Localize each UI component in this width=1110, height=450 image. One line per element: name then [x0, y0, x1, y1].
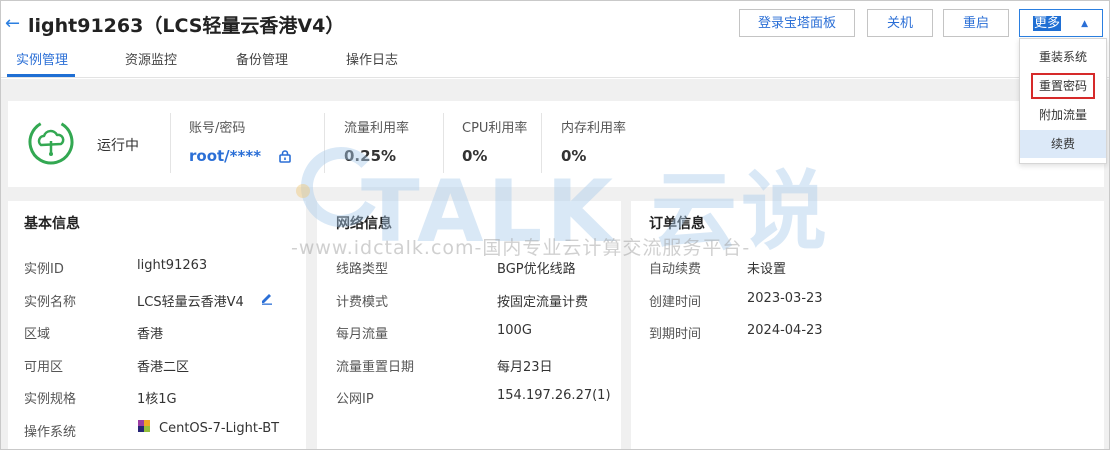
tab-instance-management[interactable]: 实例管理: [16, 49, 68, 68]
created-time-value: 2023-03-23: [747, 291, 823, 306]
cpu-usage-label: CPU利用率: [462, 121, 528, 136]
arrow-left-icon[interactable]: ←: [5, 13, 23, 35]
order-info-panel: 订单信息 自动续费 未设置 创建时间 2023-03-23 到期时间 2024-…: [631, 201, 1104, 449]
divider: [324, 113, 325, 173]
more-button[interactable]: 更多 ▲: [1019, 9, 1103, 37]
status-text: 运行中: [97, 138, 139, 154]
tab-resource-monitoring[interactable]: 资源监控: [125, 49, 177, 68]
header: ← light91263（LCS轻量云香港V4） 登录宝塔面板 关机 重启 更多…: [1, 1, 1109, 79]
menu-item-renew[interactable]: 续费: [1020, 130, 1106, 158]
public-ip-value: 154.197.26.27(1): [497, 388, 611, 403]
divider: [541, 113, 542, 173]
menu-item-label: 续费: [1050, 137, 1075, 151]
billing-mode-value: 按固定流量计费: [497, 295, 589, 310]
menu-item-reset-password[interactable]: 重置密码: [1020, 72, 1106, 100]
cloud-running-icon: [28, 119, 74, 165]
monthly-traffic-value: 100G: [497, 323, 532, 338]
account-label: 账号/密码: [189, 121, 246, 136]
page-title: light91263（LCS轻量云香港V4）: [28, 15, 345, 37]
os-label: 操作系统: [24, 425, 77, 440]
instance-name-label: 实例名称: [24, 295, 77, 310]
more-dropdown-menu: 重装系统 重置密码 附加流量 续费: [1019, 38, 1107, 164]
expiry-time-value: 2024-04-23: [747, 323, 823, 338]
instance-name-value: LCS轻量云香港V4: [137, 295, 244, 310]
basic-info-title: 基本信息: [24, 216, 80, 232]
tab-backup-management[interactable]: 备份管理: [236, 49, 288, 68]
auto-renew-label: 自动续费: [649, 262, 702, 277]
menu-item-label: 重置密码: [1030, 73, 1096, 99]
traffic-reset-date-label: 流量重置日期: [336, 360, 415, 375]
instance-spec-label: 实例规格: [24, 392, 77, 407]
centos-icon: [138, 420, 150, 432]
restart-button[interactable]: 重启: [943, 9, 1009, 37]
memory-usage-label: 内存利用率: [561, 121, 627, 136]
region-label: 区域: [24, 327, 51, 342]
billing-mode-label: 计费模式: [336, 295, 389, 310]
monthly-traffic-label: 每月流量: [336, 327, 389, 342]
more-button-label: 更多: [1033, 16, 1062, 31]
menu-item-add-traffic[interactable]: 附加流量: [1020, 101, 1106, 129]
line-type-label: 线路类型: [336, 262, 389, 277]
os-value: CentOS-7-Light-BT: [159, 421, 280, 436]
menu-item-label: 重装系统: [1038, 50, 1087, 64]
status-card: 运行中 账号/密码 root/**** 流量利用率 0.25% CPU利用率 0…: [8, 101, 1104, 187]
order-info-title: 订单信息: [649, 216, 705, 232]
edit-icon[interactable]: [260, 291, 274, 305]
network-info-panel: 网络信息 线路类型 BGP优化线路 计费模式 按固定流量计费 每月流量 100G…: [317, 201, 621, 449]
availability-zone-label: 可用区: [24, 360, 64, 375]
instance-id-label: 实例ID: [24, 262, 64, 277]
instance-spec-value: 1核1G: [137, 392, 177, 407]
login-panel-button[interactable]: 登录宝塔面板: [739, 9, 855, 37]
expiry-time-label: 到期时间: [649, 327, 702, 342]
network-info-title: 网络信息: [336, 216, 392, 232]
memory-usage-value: 0%: [561, 147, 587, 165]
divider: [443, 113, 444, 173]
traffic-usage-value: 0.25%: [344, 147, 397, 165]
menu-item-reinstall-system[interactable]: 重装系统: [1020, 43, 1106, 71]
app-window: ← light91263（LCS轻量云香港V4） 登录宝塔面板 关机 重启 更多…: [0, 0, 1110, 450]
tab-divider: [1, 77, 1109, 78]
region-value: 香港: [137, 327, 164, 342]
instance-id-value: light91263: [137, 258, 208, 273]
auto-renew-value: 未设置: [747, 262, 787, 277]
created-time-label: 创建时间: [649, 295, 702, 310]
traffic-reset-date-value: 每月23日: [497, 360, 553, 375]
shutdown-button[interactable]: 关机: [867, 9, 933, 37]
tab-operation-log[interactable]: 操作日志: [346, 49, 398, 68]
cpu-usage-value: 0%: [462, 147, 488, 165]
basic-info-panel: 基本信息 实例ID light91263 实例名称 LCS轻量云香港V4 区域 …: [8, 201, 306, 449]
lock-icon[interactable]: [278, 149, 292, 163]
menu-item-label: 附加流量: [1038, 108, 1087, 122]
traffic-usage-label: 流量利用率: [344, 121, 410, 136]
caret-up-icon: ▲: [1081, 19, 1088, 29]
public-ip-label: 公网IP: [336, 392, 374, 407]
divider: [170, 113, 171, 173]
availability-zone-value: 香港二区: [137, 360, 190, 375]
account-value[interactable]: root/****: [189, 147, 261, 165]
line-type-value: BGP优化线路: [497, 262, 576, 277]
